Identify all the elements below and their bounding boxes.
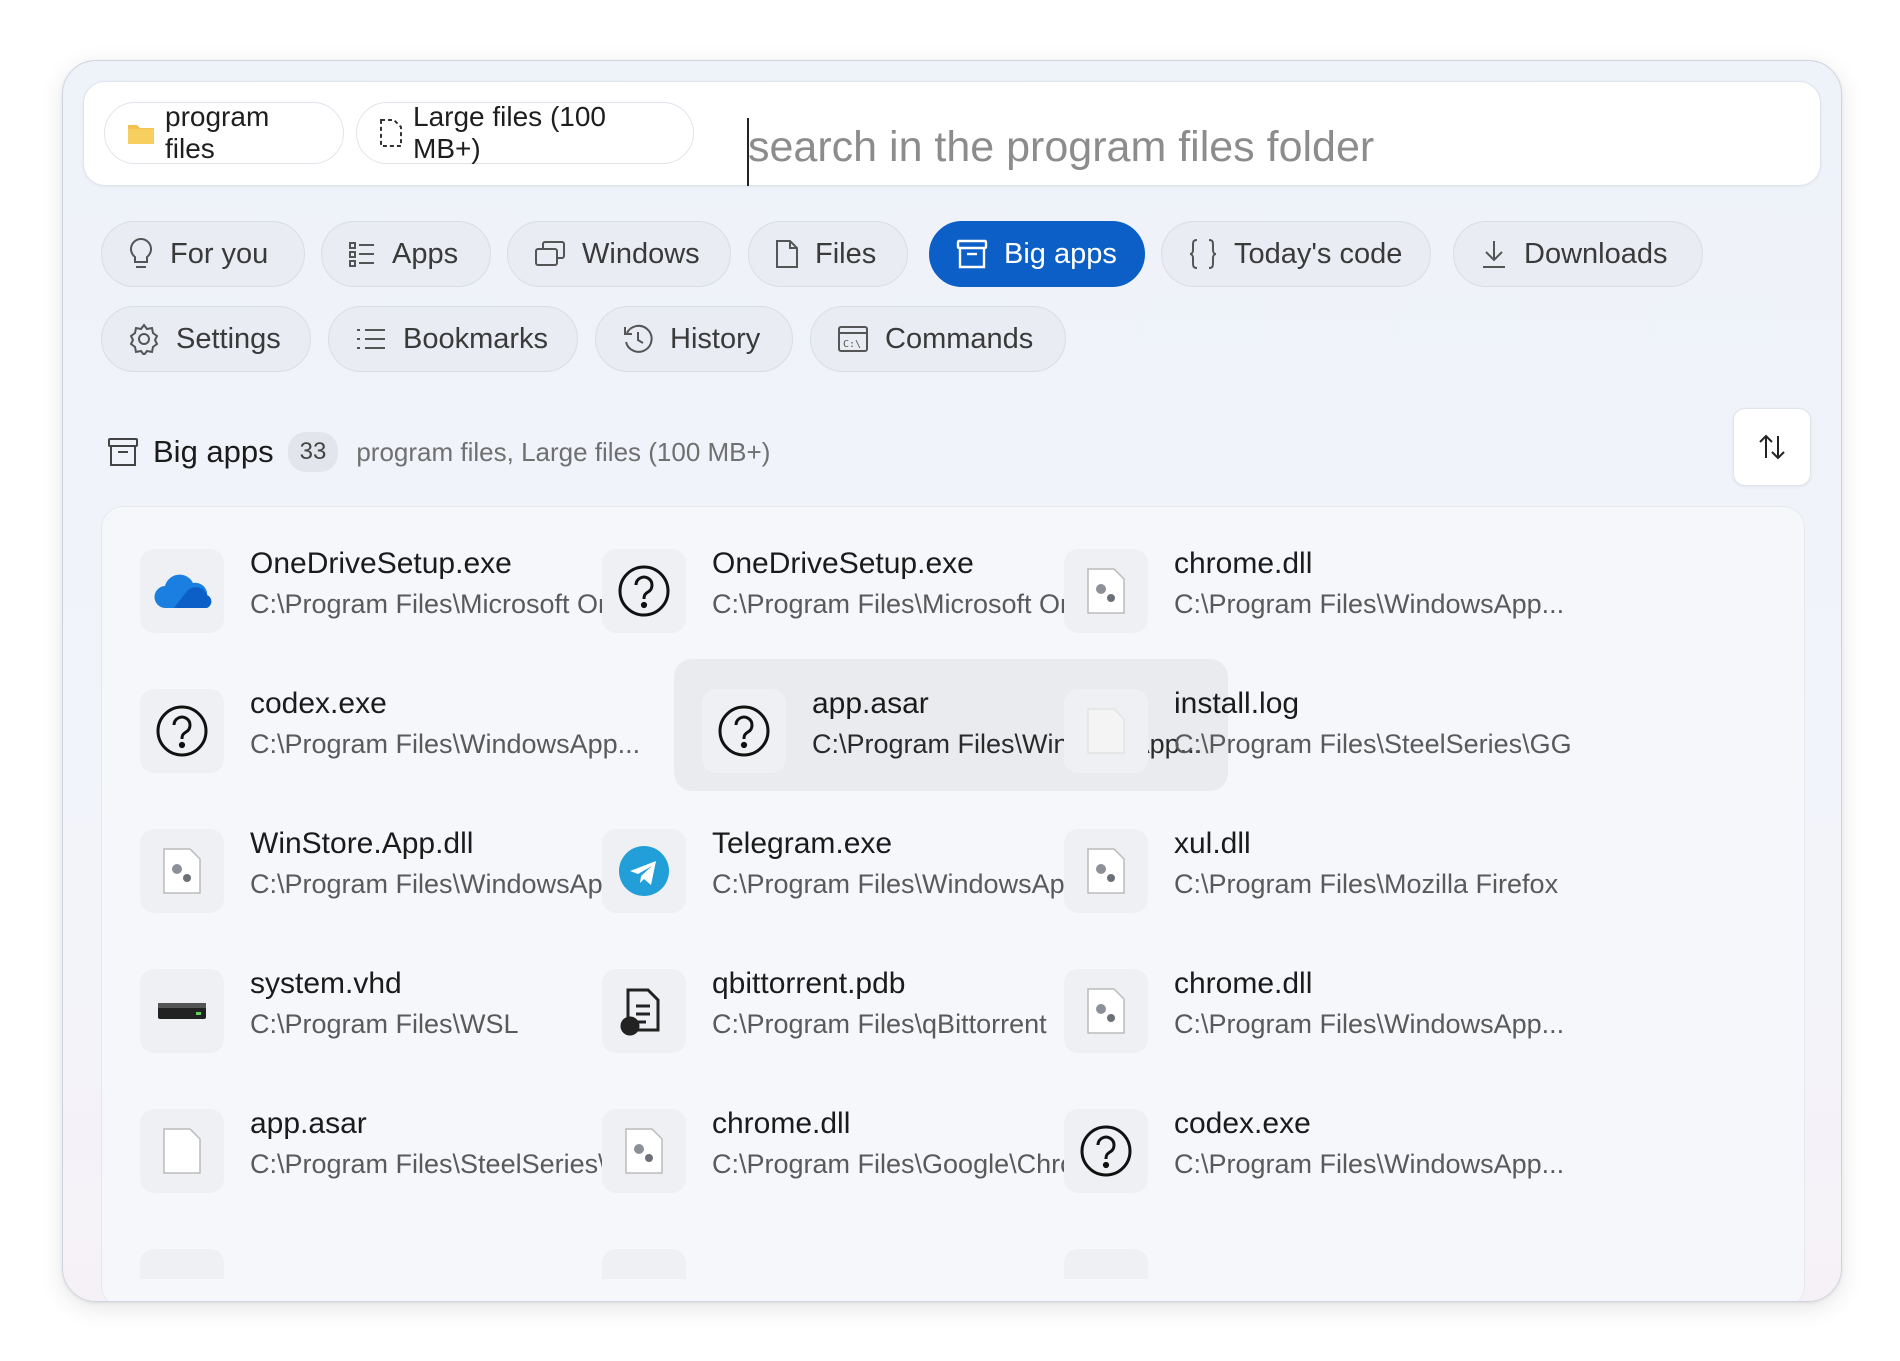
unknown-file-icon (702, 689, 786, 773)
tab-commands[interactable]: C:\ Commands (810, 306, 1066, 372)
unknown-file-icon (1064, 1109, 1148, 1193)
gear-icon (129, 323, 159, 355)
result-name: OneDriveSetup.exe (250, 547, 512, 580)
section-title: Big apps (153, 434, 274, 469)
onedrive-cloud-icon (140, 549, 224, 633)
result-count-badge: 33 (287, 432, 339, 472)
tab-label: Apps (392, 237, 459, 270)
result-item-partial[interactable] (1036, 1219, 1590, 1279)
file-icon (602, 1249, 686, 1279)
windows-stack-icon (535, 241, 565, 266)
tab-settings[interactable]: Settings (101, 306, 311, 372)
tab-files[interactable]: Files (748, 221, 908, 287)
dll-file-icon (1064, 549, 1148, 633)
result-name: xul.dll (1174, 827, 1251, 860)
result-name: codex.exe (1174, 1107, 1311, 1140)
results-grid: OneDriveSetup.exe C:\Program Files\Micro… (101, 506, 1805, 1301)
filter-chip-label: Large files (100 MB+) (413, 101, 607, 164)
sort-button[interactable] (1733, 408, 1811, 486)
file-icon (140, 1249, 224, 1279)
dll-file-icon (1064, 969, 1148, 1053)
telegram-icon (602, 829, 686, 913)
result-item[interactable]: chrome.dll C:\Program Files\WindowsApp..… (1036, 939, 1590, 1071)
result-name: chrome.dll (1174, 547, 1313, 580)
result-item[interactable]: xul.dll C:\Program Files\Mozilla Firefox (1036, 799, 1590, 931)
result-path: C:\Program Files\WindowsApp... (1174, 589, 1565, 619)
drive-icon (140, 969, 224, 1053)
tab-label: Files (815, 237, 877, 270)
result-name: Telegram.exe (712, 827, 893, 860)
result-item[interactable]: codex.exe C:\Program Files\WindowsApp... (112, 659, 666, 791)
tab-bookmarks[interactable]: Bookmarks (328, 306, 578, 372)
tab-label: For you (170, 237, 269, 270)
blank-file-icon (140, 1109, 224, 1193)
tab-big-apps[interactable]: Big apps (929, 221, 1145, 287)
search-bar: program files Large files (100 MB+) (83, 81, 1821, 186)
unknown-file-icon (602, 549, 686, 633)
tab-label: Downloads (1524, 237, 1668, 270)
pdb-file-icon (602, 969, 686, 1053)
result-path: C:\Program Files\WindowsApp... (1174, 1149, 1565, 1179)
result-name: install.log (1174, 687, 1300, 720)
tab-label: Today's code (1234, 237, 1403, 270)
tab-windows[interactable]: Windows (507, 221, 731, 287)
launcher-window: program files Large files (100 MB+) For … (62, 60, 1842, 1302)
filter-chip-large-files[interactable]: Large files (100 MB+) (356, 101, 694, 164)
result-name: app.asar (812, 687, 929, 720)
result-item[interactable]: codex.exe C:\Program Files\WindowsApp... (1036, 1079, 1590, 1211)
result-name: qbittorrent.pdb (712, 967, 906, 1000)
result-path: C:\Program Files\Mozilla Firefox (1174, 869, 1559, 899)
archive-box-icon (108, 438, 138, 466)
svg-text:C:\: C:\ (843, 339, 861, 350)
folder-icon (128, 125, 154, 144)
tab-todays-code[interactable]: Today's code (1161, 221, 1431, 287)
list-icon (349, 242, 374, 267)
file-icon (776, 240, 798, 268)
dll-file-icon (602, 1109, 686, 1193)
dll-file-icon (140, 829, 224, 913)
result-path: C:\Program Files\SteelSeries\GG (1174, 729, 1572, 759)
result-name: WinStore.App.dll (250, 827, 474, 860)
scope-chip-label: program files (165, 101, 270, 164)
result-path: C:\Program Files\WindowsApp... (1174, 1009, 1565, 1039)
history-icon (624, 324, 653, 353)
tab-history[interactable]: History (595, 306, 793, 372)
result-name: chrome.dll (1174, 967, 1313, 1000)
tab-label: History (670, 322, 761, 355)
unknown-file-icon (140, 689, 224, 773)
dll-file-icon (1064, 829, 1148, 913)
lightbulb-icon (130, 237, 152, 268)
braces-icon (1189, 239, 1217, 269)
download-icon (1483, 241, 1505, 268)
result-name: app.asar (250, 1107, 367, 1140)
active-filters-summary: program files, Large files (100 MB+) (356, 436, 771, 467)
tab-label: Commands (885, 322, 1034, 355)
tab-label: Big apps (1004, 237, 1117, 270)
tab-label: Settings (176, 322, 281, 355)
result-path: C:\Program Files\WindowsApp... (250, 729, 641, 759)
tab-apps[interactable]: Apps (321, 221, 491, 287)
scope-chip-program-files[interactable]: program files (104, 101, 344, 164)
tab-for-you[interactable]: For you (101, 221, 305, 287)
terminal-icon: C:\ (838, 326, 868, 352)
search-input[interactable] (748, 114, 1788, 180)
bookmark-list-icon (357, 329, 385, 349)
blank-file-icon (1064, 689, 1148, 773)
result-item[interactable]: install.log C:\Program Files\SteelSeries… (1036, 659, 1590, 791)
result-name: chrome.dll (712, 1107, 851, 1140)
large-file-icon (380, 119, 402, 147)
result-name: system.vhd (250, 967, 402, 1000)
archive-box-icon (956, 239, 988, 269)
tab-downloads[interactable]: Downloads (1453, 221, 1703, 287)
result-item[interactable]: chrome.dll C:\Program Files\WindowsApp..… (1036, 519, 1590, 651)
result-name: codex.exe (250, 687, 387, 720)
section-header: Big apps 33 program files, Large files (… (107, 427, 770, 477)
tab-label: Bookmarks (403, 322, 549, 355)
file-icon (1064, 1249, 1148, 1279)
sort-arrows-icon (1759, 434, 1785, 460)
tab-label: Windows (582, 237, 700, 270)
result-name: OneDriveSetup.exe (712, 547, 974, 580)
